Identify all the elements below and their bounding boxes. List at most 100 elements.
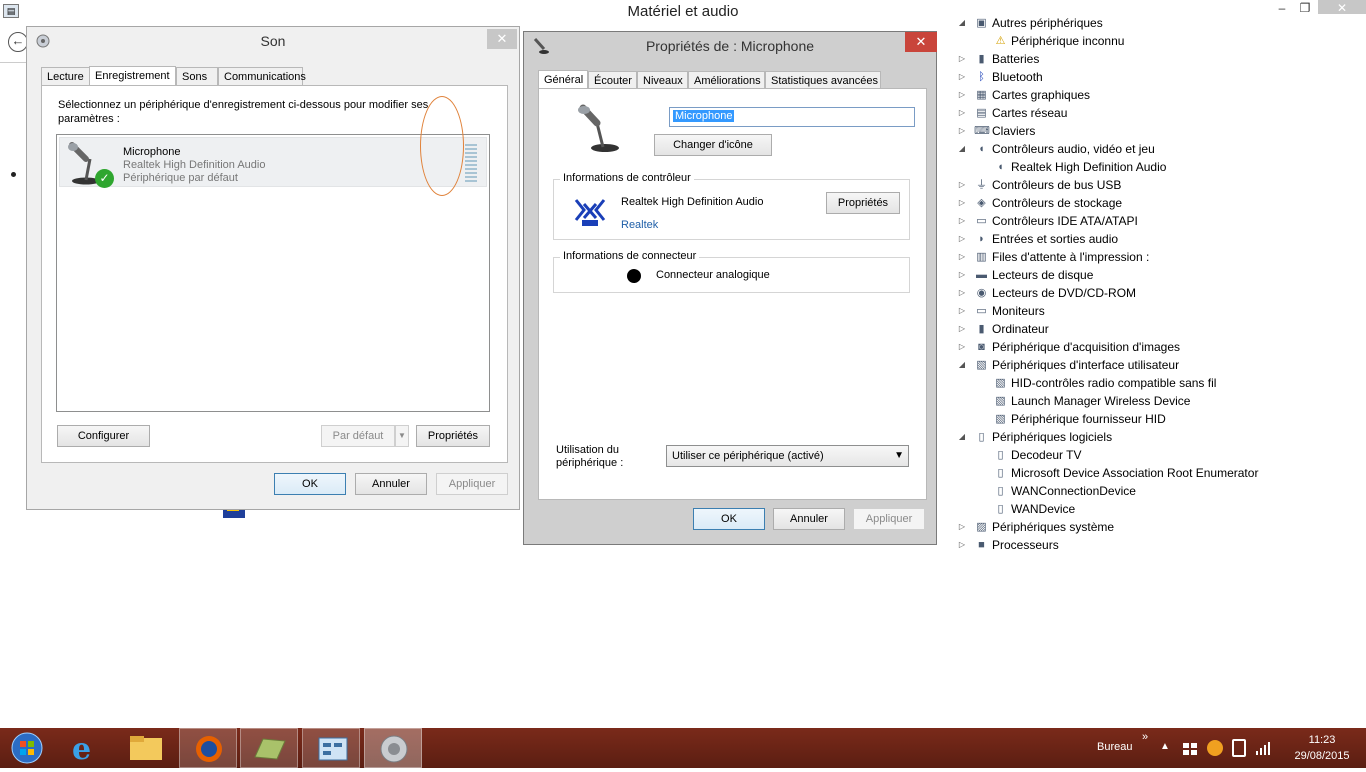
collapsed-arrow-icon[interactable]: ▷ (957, 86, 967, 104)
speaker-icon[interactable] (364, 728, 422, 768)
cancel-button[interactable]: Annuler (773, 508, 845, 530)
tree-item[interactable]: ▧ Périphérique fournisseur HID (976, 410, 1362, 428)
tree-item-label: Cartes graphiques (992, 88, 1091, 102)
cancel-button[interactable]: Annuler (355, 473, 427, 495)
tree-item[interactable]: ▷ ◙ Périphérique d'acquisition d'images (957, 338, 1362, 356)
tree-item[interactable]: ◢ ▯ Périphériques logiciels (957, 428, 1362, 446)
file-explorer-icon[interactable] (120, 728, 172, 768)
properties-button[interactable]: Propriétés (416, 425, 490, 447)
tree-item[interactable]: ◢ ◖ Contrôleurs audio, vidéo et jeu (957, 140, 1362, 158)
tree-item[interactable]: ▷ ▮ Ordinateur (957, 320, 1362, 338)
collapsed-arrow-icon[interactable]: ▷ (957, 104, 967, 122)
tree-item[interactable]: ▷ ▮ Batteries (957, 50, 1362, 68)
expanded-arrow-icon[interactable]: ◢ (957, 14, 967, 32)
processor-icon: ■ (978, 539, 985, 551)
collapsed-arrow-icon[interactable]: ▷ (957, 176, 967, 194)
connector-name: Connecteur analogique (656, 269, 770, 281)
collapsed-arrow-icon[interactable]: ▷ (957, 266, 967, 284)
change-icon-button[interactable]: Changer d'icône (654, 134, 772, 156)
tree-item[interactable]: ▯ Microsoft Device Association Root Enume… (976, 464, 1362, 482)
clock-date[interactable]: 29/08/2015 (1286, 750, 1358, 762)
tree-item-label: Claviers (992, 124, 1036, 138)
ok-button[interactable]: OK (274, 473, 346, 495)
close-button[interactable]: ✕ (905, 32, 937, 52)
tree-item[interactable]: ▷ ■ Processeurs (957, 536, 1362, 554)
collapsed-arrow-icon[interactable]: ▷ (957, 68, 967, 86)
chevron-down-icon[interactable]: ▼ (395, 425, 409, 447)
collapsed-arrow-icon[interactable]: ▷ (957, 212, 967, 230)
avast-icon[interactable] (1207, 740, 1223, 756)
tree-item[interactable]: ▷ ▤ Cartes réseau (957, 104, 1362, 122)
configure-button[interactable]: Configurer (57, 425, 150, 447)
chevron-right-icon[interactable]: » (1142, 731, 1148, 743)
apply-button[interactable]: Appliquer (853, 508, 925, 530)
instruction-text: Sélectionnez un périphérique d'enregistr… (58, 99, 429, 125)
control-panel-icon[interactable] (302, 728, 360, 768)
tab-lecture[interactable]: Lecture (41, 67, 90, 87)
tree-item[interactable]: ▧ HID-contrôles radio compatible sans fil (976, 374, 1362, 392)
usage-select[interactable]: Utiliser ce périphérique (activé) ▼ (666, 445, 909, 467)
tree-item-label: Entrées et sorties audio (992, 232, 1119, 246)
collapsed-arrow-icon[interactable]: ▷ (957, 320, 967, 338)
properties-dialog: Propriétés de : Microphone ✕ Général Éco… (523, 31, 937, 545)
collapsed-arrow-icon[interactable]: ▷ (957, 50, 967, 68)
network-signal-icon[interactable] (1255, 740, 1271, 756)
software-device-icon: ▯ (997, 467, 1004, 479)
ok-button[interactable]: OK (693, 508, 765, 530)
collapsed-arrow-icon[interactable]: ▷ (957, 518, 967, 536)
tree-item[interactable]: ▷ ⏚ Contrôleurs de bus USB (957, 176, 1362, 194)
tree-item[interactable]: ◢ ▣ Autres périphériques (957, 14, 1362, 32)
tree-item[interactable]: ▷ ▦ Cartes graphiques (957, 86, 1362, 104)
collapsed-arrow-icon[interactable]: ▷ (957, 338, 967, 356)
action-center-icon[interactable] (1182, 742, 1198, 756)
windows-start-icon[interactable] (0, 728, 56, 768)
close-button[interactable]: ✕ (487, 29, 517, 49)
expanded-arrow-icon[interactable]: ◢ (957, 140, 967, 158)
collapsed-arrow-icon[interactable]: ▷ (957, 230, 967, 248)
controller-properties-button[interactable]: Propriétés (826, 192, 900, 214)
tree-item[interactable]: ▷ ▬ Lecteurs de disque (957, 266, 1362, 284)
tree-item-label: WANDevice (1011, 502, 1076, 516)
tree-item[interactable]: ▷ ▭ Contrôleurs IDE ATA/ATAPI (957, 212, 1362, 230)
tree-item[interactable]: ▷ ▥ Files d'attente à l'impression : (957, 248, 1362, 266)
tab-communications[interactable]: Communications (218, 67, 306, 87)
tree-item[interactable]: ▷ ◈ Contrôleurs de stockage (957, 194, 1362, 212)
collapsed-arrow-icon[interactable]: ▷ (957, 194, 967, 212)
tab-sons[interactable]: Sons (176, 67, 218, 87)
tree-item[interactable]: ◖ Realtek High Definition Audio (976, 158, 1362, 176)
device-name-field[interactable]: Microphone (669, 107, 915, 127)
bureau-label[interactable]: Bureau (1097, 741, 1132, 753)
expanded-arrow-icon[interactable]: ◢ (957, 356, 967, 374)
tree-item-label: Batteries (992, 52, 1040, 66)
collapsed-arrow-icon[interactable]: ▷ (957, 284, 967, 302)
tree-item[interactable]: ▯ WANDevice (976, 500, 1362, 518)
tree-item[interactable]: ▯ Decodeur TV (976, 446, 1362, 464)
tree-item[interactable]: ⚠ Périphérique inconnu (976, 32, 1362, 50)
tree-item[interactable]: ▷ ᛒ Bluetooth (957, 68, 1362, 86)
collapsed-arrow-icon[interactable]: ▷ (957, 248, 967, 266)
firefox-icon[interactable] (179, 728, 237, 768)
map-app-icon[interactable] (240, 728, 298, 768)
tray-up-arrow-icon[interactable]: ▲ (1160, 741, 1170, 752)
default-button[interactable]: Par défaut (321, 425, 395, 447)
tree-item[interactable]: ▯ WANConnectionDevice (976, 482, 1362, 500)
collapsed-arrow-icon[interactable]: ▷ (957, 302, 967, 320)
expanded-arrow-icon[interactable]: ◢ (957, 428, 967, 446)
clock-time[interactable]: 11:23 (1286, 734, 1358, 746)
controller-vendor-link[interactable]: Realtek (621, 219, 658, 231)
apply-button[interactable]: Appliquer (436, 473, 508, 495)
collapsed-arrow-icon[interactable]: ▷ (957, 122, 967, 140)
collapsed-arrow-icon[interactable]: ▷ (957, 536, 967, 554)
internet-explorer-icon[interactable]: e (60, 728, 108, 768)
tree-item[interactable]: ▧ Launch Manager Wireless Device (976, 392, 1362, 410)
battery-icon[interactable] (1232, 739, 1246, 757)
tree-item[interactable]: ◢ ▧ Périphériques d'interface utilisateur (957, 356, 1362, 374)
svg-text:e: e (72, 732, 91, 767)
tree-item[interactable]: ▷ ▭ Moniteurs (957, 302, 1362, 320)
tree-item[interactable]: ▷ ◉ Lecteurs de DVD/CD-ROM (957, 284, 1362, 302)
tree-item[interactable]: ▷ ⌨ Claviers (957, 122, 1362, 140)
back-arrow-icon[interactable]: ← (8, 32, 28, 52)
tree-item[interactable]: ▷ ▨ Périphériques système (957, 518, 1362, 536)
connector-group: Informations de connecteur Connecteur an… (553, 250, 910, 293)
tree-item[interactable]: ▷ ◗ Entrées et sorties audio (957, 230, 1362, 248)
